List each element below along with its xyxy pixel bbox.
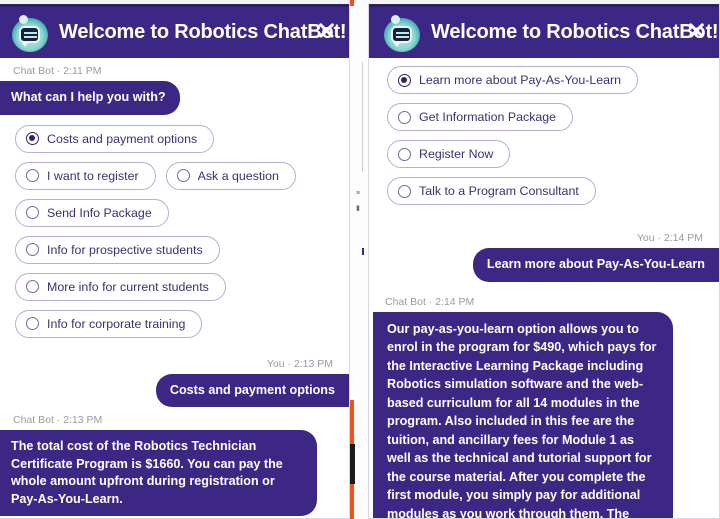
option-info-for-corporate-training[interactable]: Info for corporate training <box>15 309 203 338</box>
option-learn-more-about-pay-as-you-learn[interactable]: Learn more about Pay-As-You-Learn <box>387 66 639 94</box>
option-label: Ask a question <box>197 168 279 183</box>
option-label: Get Information Package <box>419 110 557 124</box>
radio-icon-selected <box>398 73 411 87</box>
background-dark-strip <box>350 444 355 484</box>
close-icon[interactable] <box>685 19 707 41</box>
user-message-row: Costs and payment options <box>0 373 349 407</box>
bot-reply-bubble: Our pay-as-you-learn option allows you t… <box>373 311 673 518</box>
background-divider-line <box>362 62 363 172</box>
radio-icon <box>26 169 39 182</box>
message-meta: Chat Bot · 2:11 PM <box>13 65 102 77</box>
option-label: Send Info Package <box>47 205 152 220</box>
chat-panel-left: Welcome to Robotics ChatBot! Chat Bot · … <box>0 4 350 519</box>
option-label: Costs and payment options <box>47 131 198 146</box>
option-info-for-prospective-students[interactable]: Info for prospective students <box>15 235 220 264</box>
option-register-now[interactable]: Register Now <box>387 140 511 168</box>
user-message-row: Learn more about Pay-As-You-Learn <box>369 248 719 282</box>
option-label: Learn more about Pay-As-You-Learn <box>419 73 622 87</box>
bot-reply-meta: Chat Bot · 2:13 PM <box>13 414 103 426</box>
quick-reply-options-left: Costs and payment options I want to regi… <box>0 115 349 351</box>
chat-body-left: Chat Bot · 2:11 PM What can I help you w… <box>0 58 349 518</box>
radio-icon <box>26 206 39 219</box>
quick-reply-options-right: Learn more about Pay-As-You-Learn Get In… <box>369 58 719 218</box>
bot-message-bubble: What can I help you with? <box>0 81 180 115</box>
chat-panel-right: Welcome to Robotics ChatBot! Learn more … <box>368 4 720 519</box>
chat-body-right: Learn more about Pay-As-You-Learn Get In… <box>369 58 719 518</box>
bot-reply-row: The total cost of the Robotics Technicia… <box>0 430 349 516</box>
chat-titlebar-right: Welcome to Robotics ChatBot! <box>369 4 719 58</box>
option-label: Register Now <box>419 147 494 161</box>
user-message-bubble: Costs and payment options <box>155 373 349 407</box>
option-get-information-package[interactable]: Get Information Package <box>387 103 574 131</box>
bot-reply-bubble: The total cost of the Robotics Technicia… <box>0 430 317 516</box>
background-orange-strip-top <box>350 0 354 6</box>
background-orange-strip-mid <box>350 400 354 444</box>
option-send-info-package[interactable]: Send Info Package <box>15 198 169 227</box>
background-text-fragment: ≡ <box>356 190 361 197</box>
robot-chat-avatar-icon <box>11 13 49 52</box>
user-message-meta: You · 2:13 PM <box>266 357 333 370</box>
radio-icon <box>26 280 39 293</box>
radio-icon <box>26 317 39 330</box>
radio-icon <box>176 169 190 182</box>
close-icon[interactable] <box>315 19 337 41</box>
option-label: Info for prospective students <box>47 242 203 257</box>
radio-icon <box>398 184 411 198</box>
radio-icon <box>398 110 411 124</box>
bot-reply-meta: Chat Bot · 2:14 PM <box>385 295 475 308</box>
radio-icon-selected <box>26 132 39 145</box>
page-title: Welcome to Robotics ChatBot! <box>59 21 347 43</box>
background-orange-strip-bottom <box>350 484 354 519</box>
bot-reply-row: Our pay-as-you-learn option allows you t… <box>369 311 719 518</box>
option-talk-to-a-program-consultant[interactable]: Talk to a Program Consultant <box>387 177 596 205</box>
option-label: Talk to a Program Consultant <box>419 184 579 198</box>
background-text-fragment: ▮ <box>356 205 360 212</box>
radio-icon <box>398 147 411 161</box>
option-label: I want to register <box>47 168 139 183</box>
user-message-meta: You · 2:14 PM <box>636 232 703 244</box>
option-costs-and-payment-options[interactable]: Costs and payment options <box>15 124 215 153</box>
bot-message-row: What can I help you with? <box>0 81 349 115</box>
option-label: More info for current students <box>47 279 209 294</box>
chat-titlebar-left: Welcome to Robotics ChatBot! <box>0 4 349 58</box>
option-more-info-for-current-students[interactable]: More info for current students <box>15 272 226 301</box>
page-title: Welcome to Robotics ChatBot! <box>431 21 719 43</box>
user-message-bubble: Learn more about Pay-As-You-Learn <box>472 248 719 282</box>
option-i-want-to-register[interactable]: I want to register <box>15 161 156 190</box>
radio-icon <box>26 243 39 256</box>
screenshot-stage: ≡ ▮ Welcome to Robotics ChatBot! Chat Bo… <box>0 0 720 519</box>
robot-chat-avatar-icon <box>383 13 421 52</box>
background-accent-dot <box>362 248 364 255</box>
option-ask-a-question[interactable]: Ask a question <box>165 161 296 190</box>
option-label: Info for corporate training <box>47 316 186 331</box>
